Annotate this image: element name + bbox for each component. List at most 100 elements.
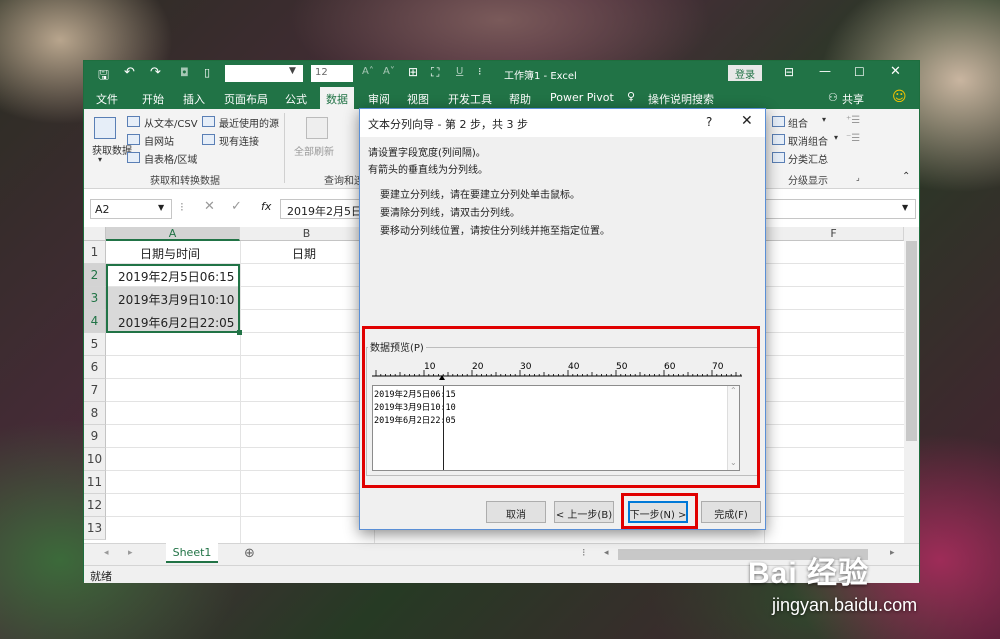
- login-button[interactable]: 登录: [728, 65, 762, 81]
- row-header[interactable]: 9: [84, 425, 106, 448]
- menu-home[interactable]: 开始: [142, 91, 164, 107]
- show-detail-icon[interactable]: ⁺☰: [846, 115, 860, 126]
- menu-tell-me[interactable]: 操作说明搜索: [648, 91, 714, 107]
- subtotal-button[interactable]: 分类汇总: [788, 151, 828, 166]
- group-button[interactable]: 组合: [788, 115, 808, 130]
- refresh-icon[interactable]: [306, 117, 328, 139]
- menu-help[interactable]: 帮助: [509, 91, 531, 107]
- recent-sources-button[interactable]: 最近使用的源: [219, 115, 279, 130]
- close-icon[interactable]: ✕: [741, 113, 753, 129]
- ribbon-display-icon[interactable]: ⊟: [784, 65, 794, 79]
- tip-line-3: 要移动分列线位置，请按住分列线并拖至指定位置。: [380, 226, 610, 237]
- confirm-icon[interactable]: ✓: [231, 199, 242, 214]
- table-icon: [127, 152, 140, 163]
- menu-insert[interactable]: 插入: [183, 91, 205, 107]
- hscroll-left-icon[interactable]: ◂: [604, 548, 609, 558]
- existing-connections-button[interactable]: 现有连接: [219, 133, 259, 148]
- cell-a1[interactable]: 日期与时间: [140, 245, 200, 262]
- save-icon[interactable]: 🖫: [98, 66, 109, 88]
- chevron-down-icon[interactable]: ▼: [289, 66, 296, 76]
- cancel-button[interactable]: 取消: [486, 501, 546, 523]
- camera-icon[interactable]: ◘: [180, 66, 189, 79]
- font-size-box[interactable]: 12: [311, 65, 353, 82]
- scroll-right-icon[interactable]: ▸: [128, 548, 133, 558]
- back-button[interactable]: < 上一步(B): [554, 501, 614, 523]
- row-header[interactable]: 6: [84, 356, 106, 379]
- hscroll-right-icon[interactable]: ▸: [890, 548, 895, 558]
- new-file-icon[interactable]: ▯: [204, 66, 210, 79]
- chevron-down-icon[interactable]: ▼: [158, 203, 164, 212]
- group-label-get-transform: 获取和转换数据: [150, 176, 220, 187]
- row-header[interactable]: 7: [84, 379, 106, 402]
- finish-button[interactable]: 完成(F): [701, 501, 761, 523]
- share-button[interactable]: 共享: [842, 91, 864, 107]
- share-icon[interactable]: ⚇: [828, 91, 838, 104]
- menu-data[interactable]: 数据: [320, 87, 354, 109]
- maximize-icon[interactable]: ☐: [854, 65, 865, 79]
- row-header[interactable]: 5: [84, 333, 106, 356]
- smiley-icon[interactable]: ☺: [892, 89, 907, 105]
- minimize-icon[interactable]: —: [819, 64, 831, 78]
- scroll-left-icon[interactable]: ◂: [104, 548, 109, 558]
- select-all-corner[interactable]: [84, 227, 106, 241]
- borders-icon[interactable]: ⊞: [408, 65, 418, 79]
- menu-developer[interactable]: 开发工具: [448, 91, 492, 107]
- sheet-tab-sheet1[interactable]: Sheet1: [166, 543, 218, 563]
- tab-split-icon[interactable]: ⁝: [582, 546, 586, 559]
- refresh-all-button[interactable]: 全部刷新: [294, 143, 334, 158]
- font-shrink-icon[interactable]: A˅: [383, 66, 395, 77]
- menu-formulas[interactable]: 公式: [285, 91, 307, 107]
- from-table-button[interactable]: 自表格/区域: [144, 151, 197, 166]
- dialog-launcher-icon[interactable]: ⌟: [856, 173, 860, 182]
- from-text-csv-button[interactable]: 从文本/CSV: [144, 115, 198, 130]
- redo-icon[interactable]: ↷: [150, 65, 161, 80]
- close-icon[interactable]: ✕: [890, 64, 901, 79]
- web-icon: [127, 134, 140, 145]
- help-button[interactable]: ?: [706, 115, 712, 129]
- column-header-a[interactable]: A: [106, 227, 240, 241]
- row-header[interactable]: 10: [84, 448, 106, 471]
- column-header-b[interactable]: B: [240, 227, 374, 241]
- group-icon: [772, 116, 785, 127]
- menu-review[interactable]: 审阅: [368, 91, 390, 107]
- fit-icon[interactable]: ⛶: [431, 65, 439, 80]
- row-header[interactable]: 8: [84, 402, 106, 425]
- row-header[interactable]: 13: [84, 517, 106, 540]
- row-header[interactable]: 3: [84, 287, 106, 310]
- font-grow-icon[interactable]: A˄: [362, 66, 374, 77]
- get-data-icon[interactable]: [94, 117, 116, 139]
- collapse-ribbon-icon[interactable]: ⌃: [902, 171, 910, 182]
- row-header[interactable]: 11: [84, 471, 106, 494]
- row-header[interactable]: 1: [84, 241, 106, 264]
- group-label-queries: 查询和连: [324, 176, 364, 187]
- customize-icon[interactable]: ⁝: [478, 65, 482, 78]
- ungroup-button[interactable]: 取消组合: [788, 133, 828, 148]
- underline-icon[interactable]: U: [456, 66, 463, 77]
- text-csv-icon: [127, 116, 140, 127]
- cancel-icon[interactable]: ✕: [204, 199, 215, 214]
- row-header[interactable]: 12: [84, 494, 106, 517]
- selection-box: [106, 264, 240, 333]
- row-header[interactable]: 2: [84, 264, 106, 287]
- ribbon-separator: [284, 113, 285, 183]
- menu-file[interactable]: 文件: [96, 91, 118, 107]
- fill-handle[interactable]: [237, 330, 242, 335]
- undo-icon[interactable]: ↶: [124, 65, 135, 80]
- lightbulb-icon: ♀: [627, 90, 636, 103]
- highlight-next-button: [621, 493, 698, 529]
- chevron-down-icon[interactable]: ▾: [834, 133, 838, 142]
- chevron-down-icon[interactable]: ▾: [822, 115, 826, 124]
- add-sheet-icon[interactable]: ⊕: [244, 546, 255, 561]
- from-web-button[interactable]: 自网站: [144, 133, 174, 148]
- hide-detail-icon[interactable]: ⁻☰: [846, 133, 860, 144]
- function-icon[interactable]: fx: [261, 200, 271, 213]
- menu-view[interactable]: 视图: [407, 91, 429, 107]
- chevron-down-icon[interactable]: ▼: [902, 203, 908, 212]
- column-header-f[interactable]: F: [764, 227, 904, 241]
- scrollbar-thumb[interactable]: [906, 241, 917, 441]
- menu-power-pivot[interactable]: Power Pivot: [550, 91, 614, 104]
- row-header[interactable]: 4: [84, 310, 106, 333]
- chevron-down-icon[interactable]: ▾: [98, 155, 102, 164]
- cell-b1[interactable]: 日期: [292, 245, 316, 262]
- menu-page-layout[interactable]: 页面布局: [224, 91, 268, 107]
